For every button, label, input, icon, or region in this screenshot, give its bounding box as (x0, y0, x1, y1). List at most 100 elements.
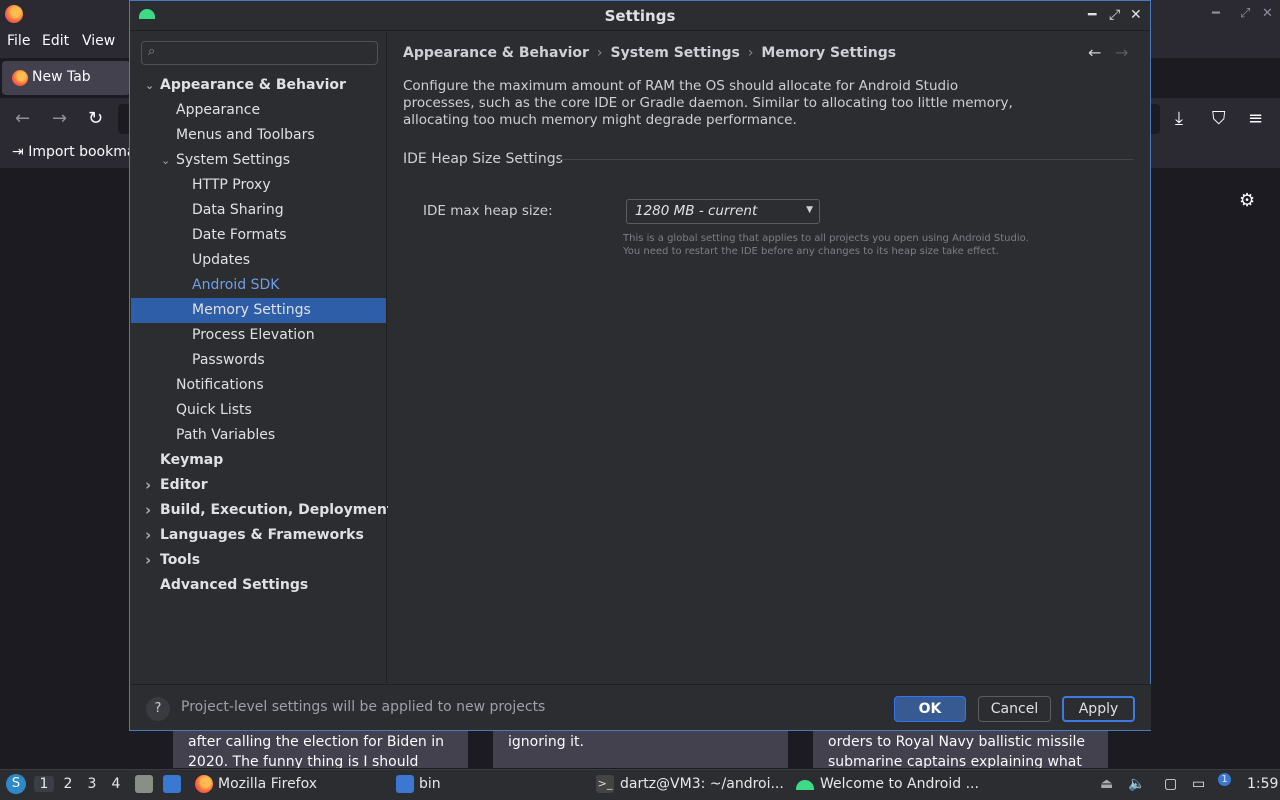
tree-item[interactable]: Updates (131, 248, 386, 273)
newtab-settings-gear-icon[interactable]: ⚙ (1239, 190, 1255, 211)
nav-back-icon[interactable]: ← (1088, 43, 1101, 62)
apply-button[interactable]: Apply (1062, 696, 1135, 722)
tree-item[interactable]: HTTP Proxy (131, 173, 386, 198)
memory-description: Configure the maximum amount of RAM the … (403, 78, 1013, 128)
tree-item[interactable]: Date Formats (131, 223, 386, 248)
tree-item[interactable]: › Build, Execution, Deployment (131, 498, 394, 523)
tree-item[interactable]: › Languages & Frameworks (131, 523, 386, 548)
tree-item[interactable]: Advanced Settings (131, 573, 386, 598)
tree-item-label: Passwords (192, 352, 265, 368)
tree-item[interactable]: ⌄ Appearance & Behavior (131, 73, 386, 98)
story-card[interactable]: orders to Royal Navy ballistic missile s… (813, 730, 1108, 768)
task-firefox[interactable]: Mozilla Firefox (218, 776, 317, 792)
tree-item[interactable]: Appearance (131, 98, 386, 123)
forward-icon[interactable]: → (52, 108, 67, 129)
story-card[interactable]: after calling the election for Biden in … (173, 730, 468, 768)
task-terminal[interactable]: dartz@VM3: ~/androi... (620, 776, 784, 792)
tree-item[interactable]: › Editor (131, 473, 386, 498)
task-bin[interactable]: bin (419, 776, 441, 792)
breadcrumb-item-current: Memory Settings (761, 45, 897, 61)
dialog-footer: ? Project-level settings will be applied… (131, 684, 1151, 730)
tree-item-label: Appearance & Behavior (160, 77, 346, 93)
breadcrumb-separator-icon: › (747, 45, 754, 61)
nav-forward-icon: → (1115, 43, 1129, 62)
tree-item[interactable]: › Tools (131, 548, 386, 573)
ff-maximize-icon[interactable]: ⤢ (1240, 6, 1250, 21)
tree-item[interactable]: Keymap (131, 448, 386, 473)
ff-minimize-icon[interactable]: ━ (1212, 6, 1220, 21)
chevron-right-icon[interactable]: › (145, 498, 151, 523)
workspace-3[interactable]: 3 (82, 776, 102, 792)
breadcrumb-item[interactable]: System Settings (611, 45, 740, 61)
tab-label: New Tab (32, 69, 91, 85)
dialog-title: Settings (604, 7, 676, 25)
chevron-down-icon[interactable]: ⌄ (145, 73, 154, 98)
chevron-down-icon[interactable]: ⌄ (161, 148, 170, 173)
reload-icon[interactable]: ↻ (88, 108, 103, 129)
tree-item-label: Notifications (176, 377, 264, 393)
tray-clipboard-icon[interactable]: ▢ (1164, 776, 1177, 792)
settings-search-input[interactable]: ⌕ (141, 41, 378, 65)
tree-item[interactable]: Path Variables (131, 423, 386, 448)
tree-item[interactable]: Data Sharing (131, 198, 386, 223)
breadcrumb-separator-icon: › (596, 45, 603, 61)
tree-item[interactable]: Notifications (131, 373, 386, 398)
breadcrumb-item[interactable]: Appearance & Behavior (403, 45, 589, 61)
workspace-2[interactable]: 2 (58, 776, 78, 792)
tree-item-label: Appearance (176, 102, 261, 118)
hamburger-menu-icon[interactable]: ≡ (1248, 108, 1263, 129)
firefox-logo-icon (5, 5, 23, 23)
ff-close-icon[interactable]: ✕ (1262, 6, 1273, 21)
tray-notification-badge[interactable]: 1 (1218, 773, 1231, 786)
tree-item-label: Menus and Toolbars (176, 127, 315, 143)
story-text: ignoring it. (508, 734, 584, 750)
story-text: orders to Royal Navy ballistic missile s… (828, 734, 1085, 768)
cancel-button[interactable]: Cancel (978, 696, 1051, 722)
menu-edit[interactable]: Edit (42, 33, 69, 49)
folder-icon (396, 775, 414, 793)
start-menu-icon[interactable]: S (6, 774, 26, 794)
tree-item-label: System Settings (176, 152, 291, 168)
dialog-minimize-icon[interactable]: ━ (1088, 7, 1096, 23)
dialog-close-icon[interactable]: ✕ (1130, 7, 1142, 23)
tab-new-tab[interactable]: New Tab (2, 61, 130, 95)
story-text: after calling the election for Biden in … (188, 734, 445, 768)
tree-item[interactable]: Quick Lists (131, 398, 386, 423)
help-button[interactable]: ? (146, 697, 170, 721)
tray-eject-icon[interactable]: ⏏ (1100, 776, 1113, 792)
menu-file[interactable]: File (7, 33, 30, 49)
tray-network-icon[interactable]: ▭ (1192, 776, 1205, 792)
downloads-icon[interactable]: ⤓ (1175, 108, 1183, 129)
story-card[interactable]: ignoring it. (493, 730, 788, 768)
tree-item[interactable]: Passwords (131, 348, 386, 373)
tree-item[interactable]: Menus and Toolbars (131, 123, 386, 148)
workspace-1[interactable]: 1 (34, 776, 54, 792)
tree-item-label: HTTP Proxy (192, 177, 271, 193)
dialog-titlebar[interactable]: Settings ━ ⤢ ✕ (130, 1, 1150, 31)
tree-item[interactable]: Memory Settings (131, 298, 386, 323)
clock: 1:59 (1247, 776, 1279, 792)
search-icon: ⌕ (148, 44, 156, 59)
section-title: IDE Heap Size Settings (403, 151, 563, 167)
tree-item-label: Memory Settings (192, 302, 311, 318)
ok-button[interactable]: OK (894, 696, 966, 722)
file-manager-icon[interactable] (135, 775, 153, 793)
tree-item-label: Build, Execution, Deployment (160, 502, 394, 518)
ublock-icon[interactable]: ⛉ (1212, 108, 1226, 129)
show-desktop-icon[interactable] (163, 775, 181, 793)
task-android-studio[interactable]: Welcome to Android ... (820, 776, 979, 792)
chevron-right-icon[interactable]: › (145, 473, 151, 498)
tree-item[interactable]: Android SDK (131, 273, 386, 298)
chevron-right-icon[interactable]: › (145, 523, 151, 548)
menu-view[interactable]: View (82, 33, 115, 49)
workspace-4[interactable]: 4 (106, 776, 126, 792)
tree-item[interactable]: Process Elevation (131, 323, 386, 348)
chevron-right-icon[interactable]: › (145, 548, 151, 573)
tree-item[interactable]: ⌄ System Settings (131, 148, 386, 173)
settings-content: Appearance & Behavior › System Settings › Me… (388, 32, 1150, 683)
back-icon[interactable]: ← (15, 108, 30, 129)
tray-volume-icon[interactable]: 🔈 (1128, 776, 1145, 792)
dialog-maximize-icon[interactable]: ⤢ (1109, 7, 1120, 23)
heap-size-value: 1280 MB - current (635, 203, 758, 219)
heap-size-dropdown[interactable]: 1280 MB - current ▼ (626, 199, 820, 224)
